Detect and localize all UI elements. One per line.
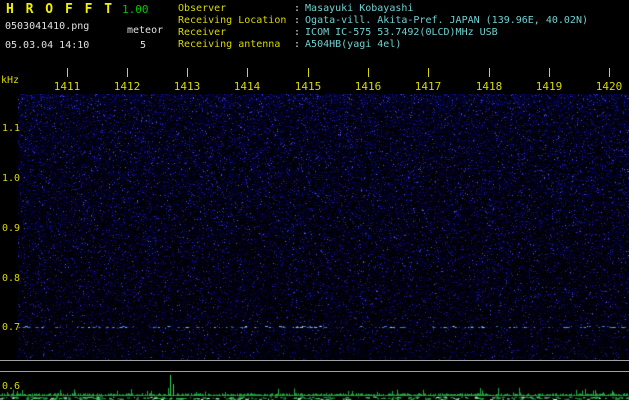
filename-label: 0503041410.png bbox=[5, 21, 90, 32]
info-colon: : bbox=[294, 15, 301, 26]
freq-label: 0.9 bbox=[2, 223, 21, 234]
time-label: 1413 bbox=[173, 80, 201, 93]
activity-graph-canvas bbox=[0, 373, 629, 400]
info-label: Receiving antenna bbox=[178, 39, 281, 50]
freq-label: 0.7 bbox=[2, 322, 21, 333]
time-tick bbox=[428, 68, 429, 77]
info-colon: : bbox=[294, 3, 301, 14]
hrofft-screen: H R O F F T 1.00 0503041410.png meteor 5… bbox=[0, 0, 629, 400]
time-label: 1419 bbox=[535, 80, 563, 93]
info-row-location: Receiving Location: Ogata-vill. Akita-Pre… bbox=[178, 15, 588, 27]
info-label: Observer bbox=[178, 3, 227, 14]
mode-label: meteor bbox=[127, 25, 164, 36]
freq-label: 1.1 bbox=[2, 123, 21, 134]
observation-info: Observer: Masayuki Kobayashi Receiving Lo… bbox=[178, 3, 588, 51]
freq-label: 1.0 bbox=[2, 173, 21, 184]
info-value: Ogata-vill. Akita-Pref. JAPAN (139.96E, … bbox=[305, 15, 588, 26]
divider-line-top bbox=[0, 360, 629, 361]
time-label: 1417 bbox=[414, 80, 442, 93]
time-tick bbox=[187, 68, 188, 77]
time-tick bbox=[67, 68, 68, 77]
time-label: 1415 bbox=[294, 80, 322, 93]
time-tick bbox=[489, 68, 490, 77]
time-tick bbox=[549, 68, 550, 77]
time-label: 1414 bbox=[233, 80, 261, 93]
datetime-label: 05.03.04 14:10 bbox=[5, 40, 90, 51]
time-label: 1418 bbox=[475, 80, 503, 93]
time-tick bbox=[247, 68, 248, 77]
time-tick bbox=[368, 68, 369, 77]
time-label: 1416 bbox=[354, 80, 382, 93]
info-colon: : bbox=[294, 39, 301, 50]
time-tick bbox=[609, 68, 610, 77]
time-tick bbox=[127, 68, 128, 77]
time-tick bbox=[308, 68, 309, 77]
freq-label: 0.8 bbox=[2, 273, 21, 284]
y-axis-unit: kHz bbox=[1, 75, 20, 86]
info-value: A504HB(yagi 4el) bbox=[305, 39, 402, 50]
info-row-antenna: Receiving antenna: A504HB(yagi 4el) bbox=[178, 39, 588, 51]
divider-line-bottom bbox=[0, 371, 629, 372]
time-label: 1412 bbox=[113, 80, 141, 93]
info-value: ICOM IC-575 53.7492(0LCD)MHz USB bbox=[305, 27, 498, 38]
info-row-observer: Observer: Masayuki Kobayashi bbox=[178, 3, 588, 15]
info-label: Receiving Location bbox=[178, 15, 287, 26]
info-row-receiver: Receiver: ICOM IC-575 53.7492(0LCD)MHz US… bbox=[178, 27, 588, 39]
info-value: Masayuki Kobayashi bbox=[305, 3, 414, 14]
time-label: 1420 bbox=[595, 80, 623, 93]
info-colon: : bbox=[294, 27, 301, 38]
meteor-count: 5 bbox=[140, 40, 147, 51]
app-title: H R O F F T bbox=[6, 2, 115, 17]
app-version: 1.00 bbox=[122, 3, 149, 16]
time-label: 1411 bbox=[53, 80, 81, 93]
spectrogram-canvas bbox=[18, 94, 629, 360]
info-label: Receiver bbox=[178, 27, 227, 38]
